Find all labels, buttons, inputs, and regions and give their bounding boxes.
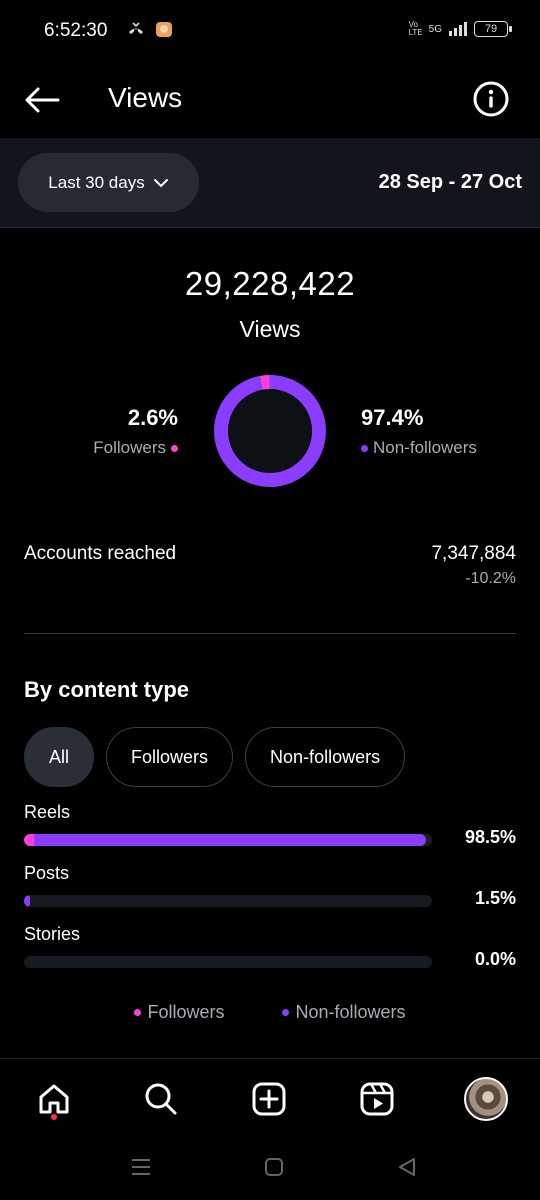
volte-icon: Vo LTE: [408, 20, 423, 37]
accounts-reached-change: -10.2%: [465, 570, 516, 587]
nav-search[interactable]: [139, 1077, 183, 1121]
content-row-value: 98.5%: [464, 827, 516, 847]
reels-icon: [360, 1082, 394, 1116]
content-row-label: Stories: [24, 924, 81, 944]
content-row-fill: [24, 895, 31, 907]
home-icon: [39, 1084, 69, 1114]
content-row-value: 1.5%: [474, 888, 516, 908]
non-followers-percentage: 97.4%: [361, 405, 424, 430]
status-time: 6:52:30: [44, 20, 108, 41]
back-button[interactable]: [22, 80, 62, 120]
non-followers-label: Non-followers: [373, 438, 477, 457]
followers-legend: Followers: [93, 438, 178, 458]
legend-non-followers: Non-followers: [282, 1002, 406, 1023]
missed-call-icon: [129, 22, 143, 34]
signal-icon: [449, 22, 467, 36]
nav-create[interactable]: [247, 1077, 291, 1121]
content-row-reels: Reels 98.5%: [24, 802, 516, 847]
status-bar: 6:52:30 Vo LTE 5G 79: [0, 0, 540, 62]
nav-reels[interactable]: [355, 1077, 399, 1121]
chevron-down-icon: [153, 178, 168, 187]
search-icon: [145, 1083, 177, 1115]
content-row-label: Reels: [24, 802, 71, 822]
filter-chip-non-followers[interactable]: Non-followers: [245, 727, 406, 787]
app-notification-icon: [156, 22, 172, 37]
followers-dot-icon: [134, 1009, 142, 1016]
non-followers-legend: Non-followers: [361, 438, 477, 458]
non-followers-dot-icon: [361, 444, 368, 452]
content-row-posts: Posts 1.5%: [24, 863, 516, 908]
filter-chip-followers[interactable]: Followers: [106, 727, 234, 787]
donut-center: [228, 389, 312, 473]
non-followers-dot-icon: [282, 1009, 290, 1016]
profile-avatar: [464, 1077, 508, 1121]
bottom-navigation: [0, 1058, 540, 1140]
views-donut-chart: [214, 375, 326, 487]
content-row-fill: [24, 834, 426, 846]
date-range-label: Last 30 days: [48, 172, 145, 192]
info-button[interactable]: [472, 80, 510, 118]
content-type-legend: Followers Non-followers: [0, 1002, 540, 1023]
followers-dot-icon: [171, 444, 178, 452]
content-row-track: [24, 956, 432, 968]
accounts-reached-value: 7,347,884: [431, 543, 516, 564]
section-divider: [24, 633, 516, 634]
back-arrow-icon: [25, 87, 60, 113]
legend-label: Non-followers: [295, 1002, 406, 1022]
date-range-text: 28 Sep - 27 Oct: [378, 171, 522, 193]
battery-level: 79: [484, 23, 498, 35]
app-header: Views: [0, 62, 540, 138]
followers-percentage: 2.6%: [127, 405, 178, 430]
create-icon: [252, 1082, 286, 1116]
content-row-track: [24, 834, 432, 846]
menu-icon[interactable]: [130, 1156, 152, 1178]
legend-followers: Followers: [134, 1002, 224, 1023]
filter-chip-all[interactable]: All: [24, 727, 95, 787]
home-square-icon[interactable]: [263, 1156, 285, 1178]
system-navigation: [0, 1140, 540, 1200]
content-row-value: 0.0%: [474, 949, 516, 969]
followers-label: Followers: [93, 438, 166, 457]
date-range-bar: Last 30 days 28 Sep - 27 Oct: [0, 138, 540, 228]
content-row-stories: Stories 0.0%: [24, 924, 516, 969]
accounts-reached-label: Accounts reached: [24, 543, 177, 564]
notification-icons: [126, 19, 174, 39]
system-status: Vo LTE 5G 79: [408, 20, 512, 37]
date-range-dropdown[interactable]: Last 30 days: [18, 153, 199, 212]
total-views: 29,228,422: [184, 265, 356, 302]
network-label: 5G: [428, 23, 442, 35]
legend-label: Followers: [147, 1002, 225, 1022]
page-title: Views: [108, 82, 183, 113]
nav-profile[interactable]: [464, 1077, 508, 1121]
content-type-title: By content type: [24, 677, 190, 702]
content-row-followers-segment: [24, 834, 35, 846]
content-type-filters: All Followers Non-followers: [24, 727, 406, 787]
battery-icon: 79: [474, 21, 512, 37]
views-label: Views: [239, 316, 301, 342]
content-row-label: Posts: [24, 863, 70, 883]
back-triangle-icon[interactable]: [396, 1156, 418, 1178]
content-row-track: [24, 895, 432, 907]
info-icon: [473, 81, 509, 117]
home-notification-dot: [51, 1114, 57, 1120]
